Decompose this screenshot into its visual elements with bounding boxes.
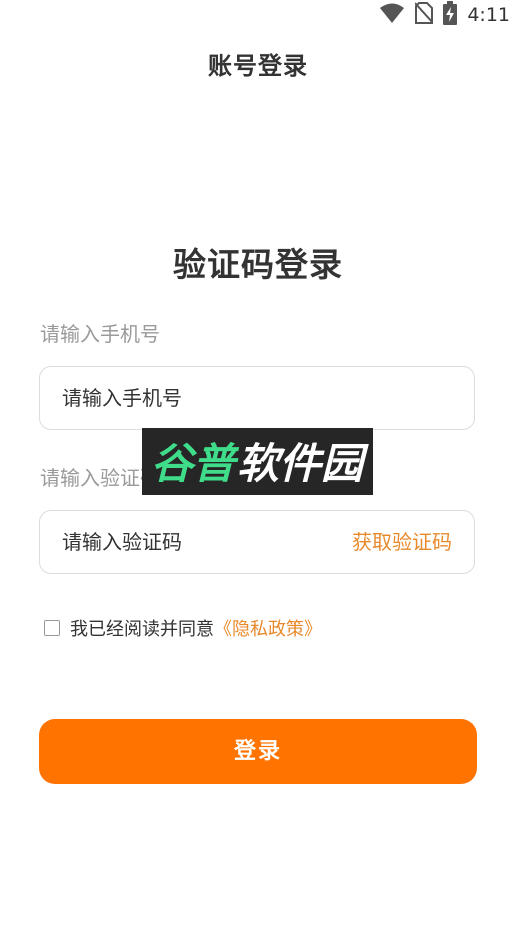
get-code-button[interactable]: 获取验证码 bbox=[352, 511, 452, 573]
watermark-logo: 谷普 软件园 bbox=[142, 428, 373, 495]
status-bar: 4:11 bbox=[0, 0, 516, 30]
watermark-logo-text: 谷普 软件园 bbox=[151, 439, 369, 488]
privacy-policy-link[interactable]: 《隐私政策》 bbox=[214, 615, 322, 641]
svg-text:软件园: 软件园 bbox=[237, 439, 369, 488]
no-sim-icon bbox=[414, 2, 435, 28]
status-time: 4:11 bbox=[467, 4, 510, 26]
status-icons: 4:11 bbox=[379, 1, 510, 29]
login-button[interactable]: 登录 bbox=[39, 719, 477, 784]
phone-label: 请输入手机号 bbox=[40, 322, 160, 346]
svg-text:谷普: 谷普 bbox=[151, 439, 240, 488]
agreement-text: 我已经阅读并同意 bbox=[70, 619, 214, 640]
code-input[interactable] bbox=[62, 511, 322, 573]
agreement-checkbox[interactable] bbox=[44, 620, 60, 636]
battery-charging-icon bbox=[443, 1, 458, 29]
phone-input-box[interactable] bbox=[39, 366, 475, 430]
agreement-row: 我已经阅读并同意 《隐私政策》 bbox=[44, 616, 322, 640]
wifi-icon bbox=[379, 2, 405, 28]
page-title: 账号登录 bbox=[208, 52, 308, 80]
code-input-box[interactable]: 获取验证码 bbox=[39, 510, 475, 574]
phone-input[interactable] bbox=[62, 367, 452, 429]
form-heading: 验证码登录 bbox=[173, 245, 343, 284]
